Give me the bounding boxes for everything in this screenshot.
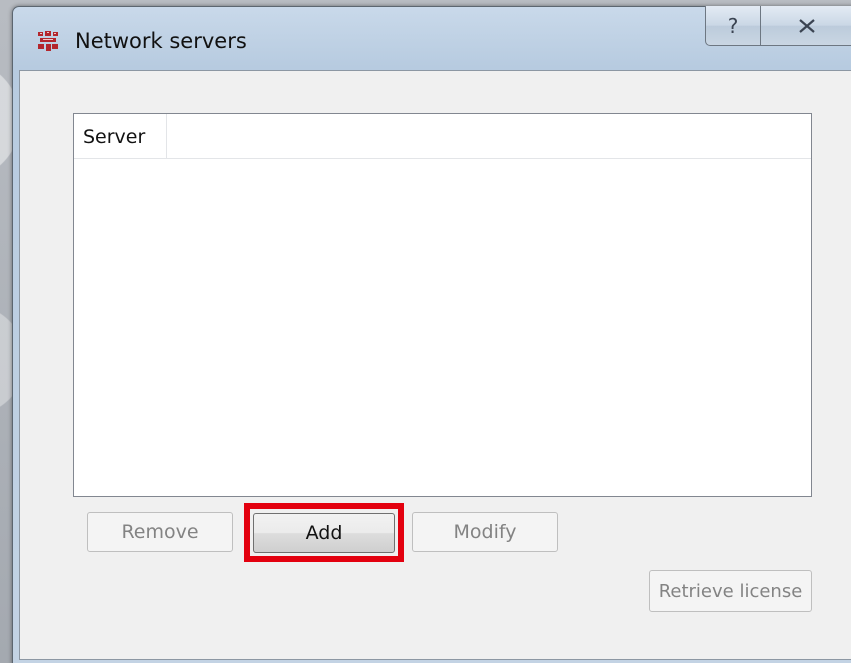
window-title: Network servers [75,29,247,53]
help-icon: ? [727,13,739,38]
close-button[interactable] [761,6,851,46]
list-header: Server [74,114,811,159]
server-list[interactable]: Server [73,113,812,497]
help-button[interactable]: ? [705,6,761,46]
modify-button[interactable]: Modify [412,512,558,552]
title-bar[interactable]: Network servers ? [13,6,851,69]
server-list-body[interactable] [74,159,811,496]
close-icon [798,14,816,38]
network-servers-dialog: Network servers ? Server Remove Add Modi… [12,6,851,663]
caption-buttons: ? [705,6,851,46]
app-logo-icon [37,30,59,52]
remove-button[interactable]: Remove [87,512,233,552]
add-button-highlight [244,503,404,562]
column-header-server[interactable]: Server [74,114,167,158]
retrieve-license-button[interactable]: Retrieve license [649,570,812,612]
dialog-client-area: Server Remove Add Modify Retrieve licens… [19,70,851,660]
